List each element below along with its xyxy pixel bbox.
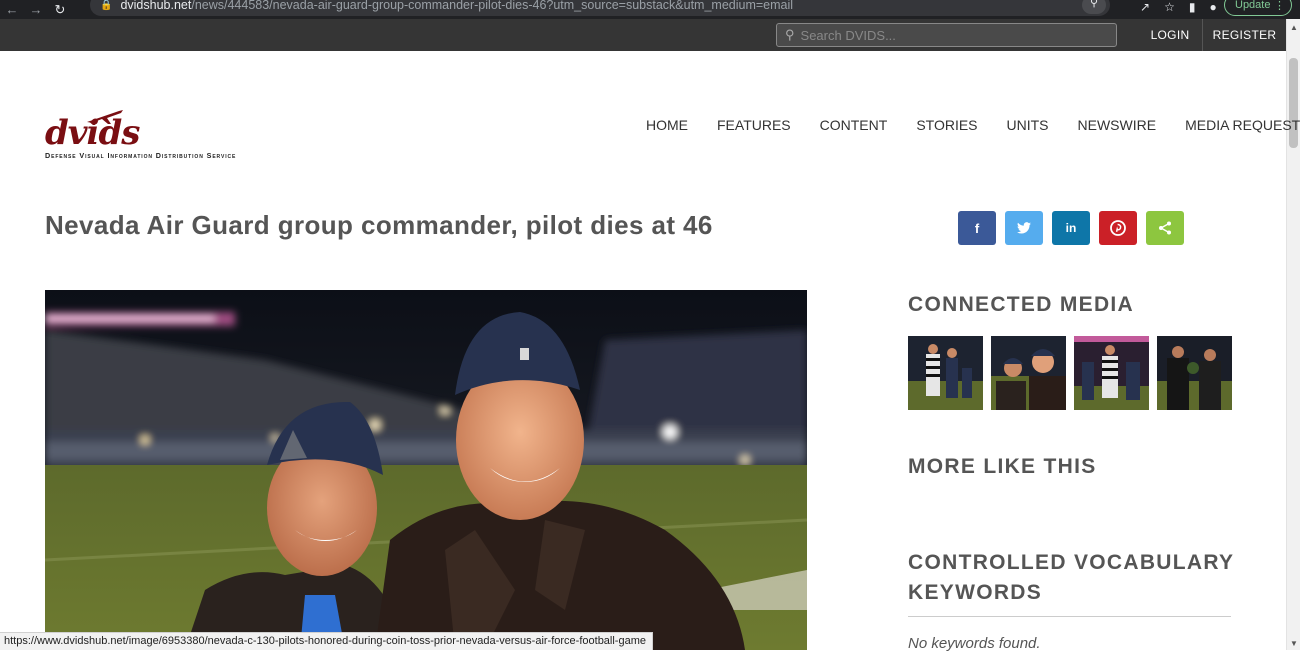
lock-icon: 🔒 — [100, 0, 113, 11]
linkedin-icon: in — [1065, 221, 1077, 235]
zoom-icon[interactable]: ⚲ — [1082, 0, 1106, 14]
keywords-heading: CONTROLLED VOCABULARY KEYWORDS — [908, 548, 1234, 608]
keywords-divider — [908, 616, 1231, 617]
nav-newswire[interactable]: NEWSWIRE — [1078, 117, 1157, 133]
connected-media-thumb[interactable] — [991, 336, 1066, 410]
logo-wordmark: dvids — [45, 113, 140, 153]
search-box: ⚲ — [776, 23, 1117, 47]
pinterest-icon — [1110, 220, 1126, 236]
share-icon — [1159, 221, 1171, 235]
pinterest-share-button[interactable] — [1099, 211, 1137, 245]
bookmark-star-icon[interactable]: ☆ — [1164, 0, 1175, 14]
twitter-share-button[interactable] — [1005, 211, 1043, 245]
dvids-logo[interactable]: dvids Defense Visual Information Distrib… — [45, 108, 315, 162]
keywords-heading-line-2: KEYWORDS — [908, 581, 1043, 604]
keywords-heading-line-1: CONTROLLED VOCABULARY — [908, 551, 1235, 574]
connected-media-heading: CONNECTED MEDIA — [908, 293, 1135, 316]
register-button[interactable]: REGISTER — [1202, 19, 1286, 51]
scroll-down-icon[interactable]: ▼ — [1290, 639, 1298, 648]
share-page-icon[interactable]: ↗ — [1140, 0, 1150, 14]
browser-toolbar: ← → ↻ 🔒 dvidshub.net/news/444583/nevada-… — [0, 0, 1300, 19]
search-icon: ⚲ — [785, 27, 795, 42]
hero-photo — [45, 290, 807, 650]
login-button[interactable]: LOGIN — [1138, 19, 1202, 51]
connected-media-thumb[interactable] — [1074, 336, 1149, 410]
logo-tagline: Defense Visual Information Distribution … — [45, 151, 237, 160]
main-nav: HOME FEATURES CONTENT STORIES UNITS NEWS… — [646, 117, 1300, 133]
menu-kebab-icon: ⋮ — [1274, 0, 1285, 12]
update-label: Update — [1235, 0, 1271, 11]
connected-media-thumb[interactable] — [908, 336, 983, 410]
linkedin-share-button[interactable]: in — [1052, 211, 1090, 245]
twitter-icon — [1017, 222, 1031, 234]
no-keywords-text: No keywords found. — [908, 635, 1041, 652]
generic-share-button[interactable] — [1146, 211, 1184, 245]
facebook-icon: f — [974, 220, 980, 236]
connected-media-thumb[interactable] — [1157, 336, 1232, 410]
nav-content[interactable]: CONTENT — [820, 117, 888, 133]
nav-home[interactable]: HOME — [646, 117, 688, 133]
address-url: dvidshub.net/news/444583/nevada-air-guar… — [120, 0, 794, 12]
site-topbar: ⚲ LOGIN REGISTER — [0, 19, 1286, 51]
nav-units[interactable]: UNITS — [1007, 117, 1049, 133]
page-scrollbar[interactable]: ▲ ▼ — [1286, 19, 1300, 650]
nav-features[interactable]: FEATURES — [717, 117, 791, 133]
share-buttons: f in — [958, 211, 1184, 245]
search-input[interactable] — [800, 27, 1101, 43]
back-icon[interactable]: ← — [0, 2, 24, 17]
address-bar[interactable]: 🔒 dvidshub.net/news/444583/nevada-air-gu… — [90, 0, 1110, 16]
connected-media-thumbs — [908, 336, 1232, 410]
forward-icon[interactable]: → — [24, 2, 48, 17]
scroll-up-icon[interactable]: ▲ — [1290, 23, 1298, 32]
more-like-this-heading: MORE LIKE THIS — [908, 455, 1097, 478]
nav-media-requests[interactable]: MEDIA REQUESTS — [1185, 117, 1300, 133]
facebook-share-button[interactable]: f — [958, 211, 996, 245]
link-status-bar: https://www.dvidshub.net/image/6953380/n… — [0, 632, 653, 650]
profile-icon[interactable]: ● — [1209, 0, 1216, 14]
scrollbar-thumb[interactable] — [1289, 58, 1298, 148]
page-title: Nevada Air Guard group commander, pilot … — [45, 210, 713, 240]
reload-icon[interactable]: ↻ — [48, 2, 72, 18]
side-panel-icon[interactable]: ▮ — [1189, 0, 1196, 14]
update-button[interactable]: Update ⋮ — [1224, 0, 1292, 16]
nav-stories[interactable]: STORIES — [916, 117, 977, 133]
article-hero-image[interactable] — [45, 290, 807, 650]
